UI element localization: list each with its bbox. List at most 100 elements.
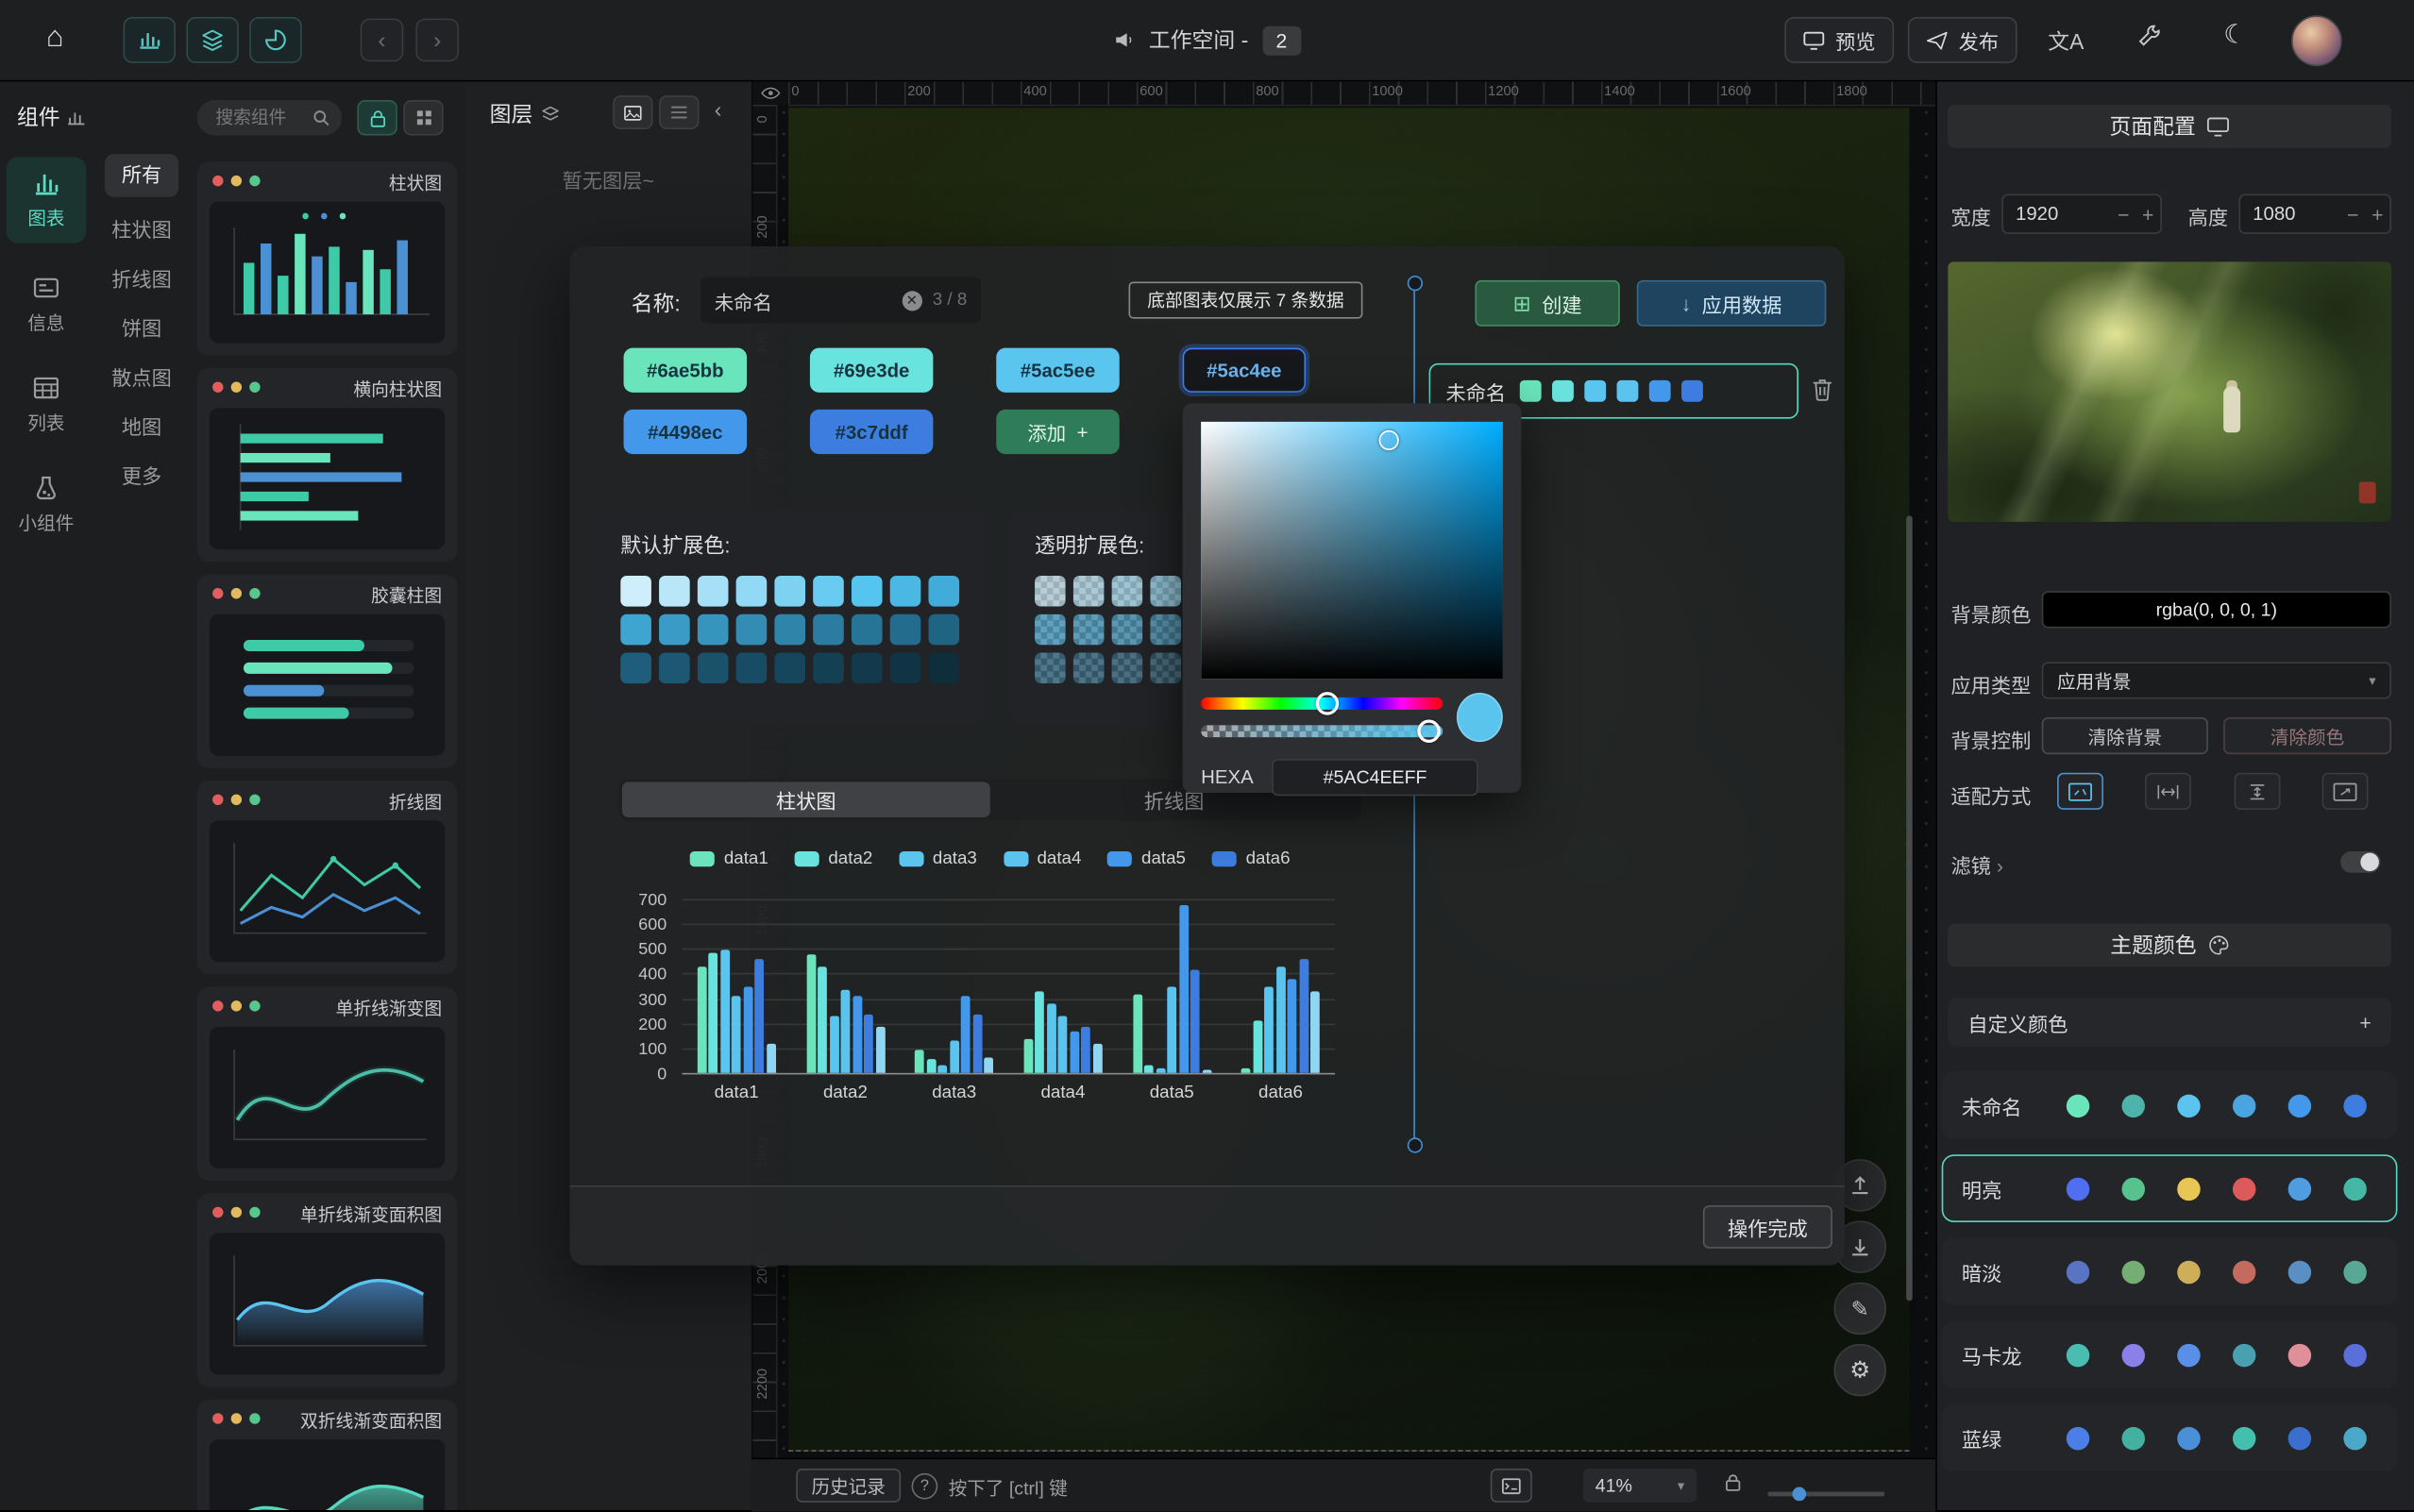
category-more[interactable]: 更多 xyxy=(98,453,184,502)
palette-color-button[interactable]: #4498ec xyxy=(624,410,747,454)
custom-color-row[interactable]: 自定义颜色 + xyxy=(1948,998,2391,1047)
lock-zoom-icon[interactable] xyxy=(1725,1473,1742,1492)
preview-button[interactable]: 预览 xyxy=(1784,17,1894,63)
theme-color-header[interactable]: 主题颜色 xyxy=(1948,924,2391,967)
bg-color-swatch[interactable]: rgba(0, 0, 0, 1) xyxy=(2042,591,2391,628)
category-all[interactable]: 所有 xyxy=(105,154,178,197)
plus-icon[interactable]: + xyxy=(2359,1011,2371,1033)
app-type-select[interactable]: 应用背景 ▾ xyxy=(2042,662,2391,698)
extended-color-swatch[interactable] xyxy=(852,576,883,607)
legend-item[interactable]: data3 xyxy=(899,849,977,868)
extended-color-swatch[interactable] xyxy=(736,576,768,607)
category-bar[interactable]: 柱状图 xyxy=(98,207,184,256)
extended-color-swatch[interactable] xyxy=(774,614,805,646)
extended-color-swatch[interactable] xyxy=(698,653,729,684)
eye-icon[interactable] xyxy=(760,86,780,100)
extended-color-swatch[interactable] xyxy=(813,653,844,684)
legend-item[interactable]: data6 xyxy=(1212,849,1291,868)
dark-mode-icon[interactable]: ☾ xyxy=(2223,20,2247,51)
zoom-select[interactable]: 41% ▾ xyxy=(1583,1469,1697,1503)
extended-color-swatch[interactable] xyxy=(928,576,959,607)
extended-color-swatch[interactable] xyxy=(1112,614,1143,646)
background-image-preview[interactable] xyxy=(1948,261,2391,522)
extended-color-swatch[interactable] xyxy=(813,576,844,607)
done-button[interactable]: 操作完成 xyxy=(1703,1205,1832,1249)
category-scatter[interactable]: 散点图 xyxy=(98,354,184,403)
extended-color-swatch[interactable] xyxy=(852,653,883,684)
extended-color-swatch[interactable] xyxy=(1073,576,1105,607)
help-icon[interactable]: ? xyxy=(912,1473,938,1500)
canvas-scrollbar[interactable] xyxy=(1906,515,1913,1301)
legend-item[interactable]: data2 xyxy=(794,849,872,868)
tab-bar-chart[interactable]: 柱状图 xyxy=(622,782,990,818)
fit-auto-button[interactable] xyxy=(2057,773,2103,810)
palette-color-button[interactable]: #6ae5bb xyxy=(624,348,747,393)
component-card-double-area[interactable]: 双折线渐变面积图 xyxy=(197,1400,458,1510)
palette-color-button[interactable]: #3c7ddf xyxy=(810,410,933,454)
delete-dataset-button[interactable] xyxy=(1811,378,1833,402)
home-icon[interactable]: ⌂ xyxy=(46,22,64,56)
pie-mode-button[interactable] xyxy=(249,17,301,63)
collapse-panel-icon[interactable]: ‹ xyxy=(715,97,722,122)
sidebar-item-widgets[interactable]: 小组件 xyxy=(7,462,87,547)
extended-color-swatch[interactable] xyxy=(1035,576,1066,607)
extended-color-swatch[interactable] xyxy=(1073,614,1105,646)
canvas-settings-button[interactable]: ⚙ xyxy=(1834,1344,1886,1396)
extended-color-swatch[interactable] xyxy=(890,614,921,646)
create-button[interactable]: ⊞ 创建 xyxy=(1475,280,1619,327)
extended-color-swatch[interactable] xyxy=(1073,653,1105,684)
clear-background-button[interactable]: 清除背景 xyxy=(2042,717,2208,754)
sidebar-item-list[interactable]: 列表 xyxy=(7,361,87,447)
zoom-slider-handle[interactable] xyxy=(1792,1487,1806,1502)
extended-color-swatch[interactable] xyxy=(890,576,921,607)
hue-slider[interactable] xyxy=(1201,697,1443,710)
extended-color-swatch[interactable] xyxy=(1150,576,1181,607)
saturation-area[interactable] xyxy=(1201,422,1503,679)
apply-data-button[interactable]: ↓ 应用数据 xyxy=(1637,280,1827,327)
add-color-button[interactable]: 添加 + xyxy=(996,410,1119,454)
fit-height-button[interactable] xyxy=(2234,773,2280,810)
extended-color-swatch[interactable] xyxy=(1112,576,1143,607)
theme-row-bluegreen[interactable]: 蓝绿 xyxy=(1942,1403,2398,1471)
height-value[interactable]: 1080 xyxy=(2240,203,2340,225)
extended-color-swatch[interactable] xyxy=(736,614,768,646)
filter-toggle[interactable] xyxy=(2340,851,2380,873)
width-minus-button[interactable]: − xyxy=(2111,202,2135,225)
extended-color-swatch[interactable] xyxy=(1112,653,1143,684)
extended-color-swatch[interactable] xyxy=(1035,614,1066,646)
extended-color-swatch[interactable] xyxy=(659,614,690,646)
component-card-line[interactable]: 折线图 xyxy=(197,781,458,975)
width-value[interactable]: 1920 xyxy=(2003,203,2111,225)
alpha-handle[interactable] xyxy=(1417,719,1440,742)
history-button[interactable]: 历史记录 xyxy=(796,1469,901,1503)
extended-color-swatch[interactable] xyxy=(620,614,651,646)
shortcut-panel-button[interactable] xyxy=(1491,1469,1532,1503)
extended-color-swatch[interactable] xyxy=(698,576,729,607)
palette-color-button[interactable]: #5ac5ee xyxy=(996,348,1119,393)
fit-width-button[interactable] xyxy=(2146,773,2192,810)
publish-button[interactable]: 发布 xyxy=(1908,17,2017,63)
extended-color-swatch[interactable] xyxy=(659,576,690,607)
translate-icon[interactable]: 文A xyxy=(2048,26,2084,58)
search-input[interactable] xyxy=(212,107,312,128)
extended-color-swatch[interactable] xyxy=(659,653,690,684)
tools-icon[interactable] xyxy=(2137,23,2162,47)
scheme-name-input[interactable]: 未命名 ✕ 3 / 8 xyxy=(701,277,981,324)
theme-row-dim[interactable]: 暗淡 xyxy=(1942,1237,2398,1305)
legend-item[interactable]: data4 xyxy=(1004,849,1082,868)
edit-button[interactable]: ✎ xyxy=(1834,1283,1886,1335)
category-pie[interactable]: 饼图 xyxy=(98,305,184,354)
height-stepper[interactable]: 1080 − + xyxy=(2238,194,2390,234)
component-card-gradient-line[interactable]: 单折线渐变图 xyxy=(197,986,458,1181)
sidebar-item-charts[interactable]: 图表 xyxy=(7,157,87,243)
theme-row-bright[interactable]: 明亮 xyxy=(1942,1154,2398,1222)
extended-color-swatch[interactable] xyxy=(774,653,805,684)
theme-row-unnamed[interactable]: 未命名 xyxy=(1942,1071,2398,1139)
extended-color-swatch[interactable] xyxy=(620,653,651,684)
extended-color-swatch[interactable] xyxy=(1150,653,1181,684)
sidebar-item-info[interactable]: 信息 xyxy=(7,261,87,347)
extended-color-swatch[interactable] xyxy=(1150,614,1181,646)
clear-color-button[interactable]: 清除颜色 xyxy=(2223,717,2391,754)
height-minus-button[interactable]: − xyxy=(2340,202,2365,225)
undo-button[interactable]: ‹ xyxy=(361,19,404,62)
